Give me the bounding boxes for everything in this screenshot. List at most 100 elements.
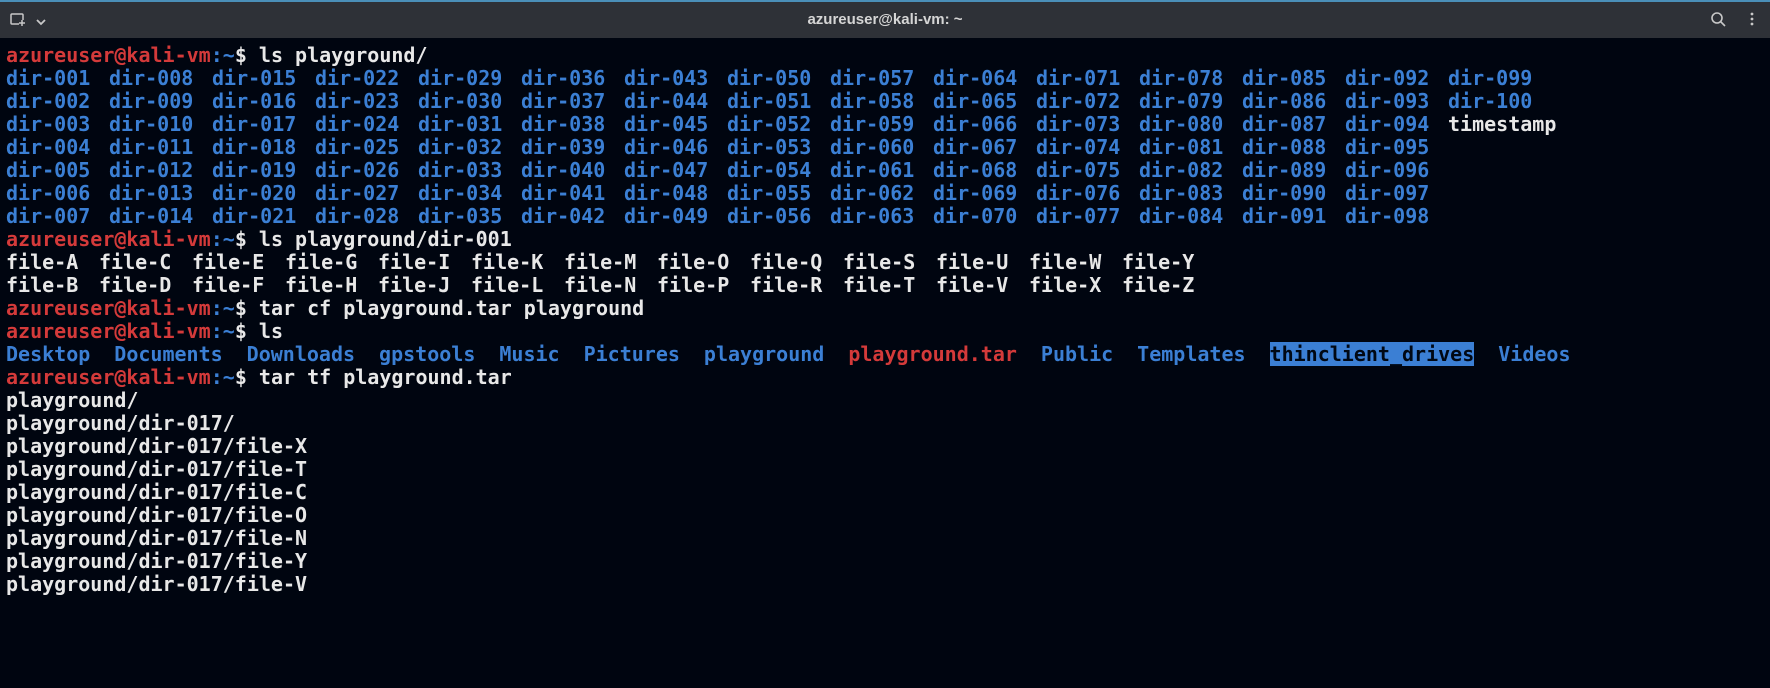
directory-entry: dir-065	[933, 90, 1036, 113]
ls-home-output: Desktop Documents Downloads gpstools Music Pi…	[6, 343, 1764, 366]
directory-entry: dir-067	[933, 136, 1036, 159]
file-entry: file-S	[843, 251, 936, 274]
directory-entry: dir-050	[727, 67, 830, 90]
prompt-line: azureuser@kali-vm:~$ tar tf playground.t…	[6, 366, 1764, 389]
file-entry: file-K	[471, 251, 564, 274]
menu-kebab-icon[interactable]	[1744, 9, 1760, 32]
directory-entry: Documents	[114, 342, 222, 366]
directory-entry: dir-015	[212, 67, 315, 90]
file-entry: file-B	[6, 274, 99, 297]
directory-entry: dir-047	[624, 159, 727, 182]
directory-entry: dir-025	[315, 136, 418, 159]
directory-entry: dir-008	[109, 67, 212, 90]
prompt-line: azureuser@kali-vm:~$ ls playground/dir-0…	[6, 228, 1764, 251]
tar-entry: playground/	[6, 389, 1764, 412]
file-entry: file-E	[192, 251, 285, 274]
file-entry: file-X	[1029, 274, 1122, 297]
prompt-line: azureuser@kali-vm:~$ ls	[6, 320, 1764, 343]
directory-entry: dir-089	[1242, 159, 1345, 182]
directory-entry: dir-049	[624, 205, 727, 228]
directory-entry: dir-007	[6, 205, 109, 228]
directory-entry: Music	[499, 342, 559, 366]
search-icon[interactable]	[1710, 9, 1726, 32]
directory-entry: dir-093	[1345, 90, 1448, 113]
directory-entry: Templates	[1137, 342, 1245, 366]
directory-entry: dir-029	[418, 67, 521, 90]
directory-entry: dir-080	[1139, 113, 1242, 136]
file-entry: file-R	[750, 274, 843, 297]
directory-entry: dir-056	[727, 205, 830, 228]
empty-cell	[1448, 205, 1551, 228]
directory-entry: Videos	[1498, 342, 1570, 366]
file-entry: file-Q	[750, 251, 843, 274]
directory-entry: dir-083	[1139, 182, 1242, 205]
directory-entry: dir-061	[830, 159, 933, 182]
directory-entry: dir-058	[830, 90, 933, 113]
file-entry: file-H	[285, 274, 378, 297]
tar-entry: playground/dir-017/file-O	[6, 504, 1764, 527]
directory-entry: Desktop	[6, 342, 90, 366]
directory-entry: dir-051	[727, 90, 830, 113]
directory-entry: dir-028	[315, 205, 418, 228]
chevron-down-icon[interactable]	[36, 9, 46, 32]
directory-entry: gpstools	[379, 342, 475, 366]
directory-entry: Public	[1041, 342, 1113, 366]
directory-entry: dir-057	[830, 67, 933, 90]
directory-entry: dir-099	[1448, 67, 1551, 90]
directory-entry: dir-038	[521, 113, 624, 136]
directory-entry: dir-030	[418, 90, 521, 113]
file-entry: file-J	[378, 274, 471, 297]
directory-entry: dir-023	[315, 90, 418, 113]
file-entry: file-C	[99, 251, 192, 274]
file-entry: file-U	[936, 251, 1029, 274]
directory-entry: dir-002	[6, 90, 109, 113]
tar-entry: playground/dir-017/file-V	[6, 573, 1764, 596]
directory-entry: dir-024	[315, 113, 418, 136]
prompt-line: azureuser@kali-vm:~$ ls playground/	[6, 44, 1764, 67]
directory-entry: dir-014	[109, 205, 212, 228]
file-entry: file-O	[657, 251, 750, 274]
directory-entry: dir-070	[933, 205, 1036, 228]
directory-entry: dir-091	[1242, 205, 1345, 228]
directory-entry: dir-069	[933, 182, 1036, 205]
directory-entry: dir-084	[1139, 205, 1242, 228]
tar-entry: playground/dir-017/file-X	[6, 435, 1764, 458]
directory-entry: dir-086	[1242, 90, 1345, 113]
mounted-share-entry: thinclient_drives	[1270, 342, 1475, 366]
directory-entry: dir-035	[418, 205, 521, 228]
directory-entry: dir-077	[1036, 205, 1139, 228]
directory-entry: Pictures	[584, 342, 680, 366]
tar-tf-output: playground/playground/dir-017/playground…	[6, 389, 1764, 596]
directory-entry: dir-094	[1345, 113, 1448, 136]
directory-entry: dir-043	[624, 67, 727, 90]
tar-entry: playground/dir-017/file-Y	[6, 550, 1764, 573]
new-tab-icon[interactable]	[10, 9, 26, 32]
directory-entry: dir-016	[212, 90, 315, 113]
directory-entry: Downloads	[247, 342, 355, 366]
terminal-body[interactable]: azureuser@kali-vm:~$ ls playground/ dir-…	[0, 38, 1770, 688]
directory-entry: dir-062	[830, 182, 933, 205]
command-text: tar cf playground.tar playground	[259, 296, 644, 320]
directory-entry: dir-037	[521, 90, 624, 113]
directory-entry: dir-072	[1036, 90, 1139, 113]
directory-entry: dir-032	[418, 136, 521, 159]
directory-entry: dir-022	[315, 67, 418, 90]
directory-entry: dir-048	[624, 182, 727, 205]
directory-entry: dir-027	[315, 182, 418, 205]
directory-entry: dir-005	[6, 159, 109, 182]
directory-entry: dir-100	[1448, 90, 1551, 113]
file-entry: file-F	[192, 274, 285, 297]
tar-entry: playground/dir-017/	[6, 412, 1764, 435]
directory-entry: dir-095	[1345, 136, 1448, 159]
directory-entry: dir-071	[1036, 67, 1139, 90]
directory-entry: dir-046	[624, 136, 727, 159]
directory-entry: dir-044	[624, 90, 727, 113]
file-entry: file-L	[471, 274, 564, 297]
directory-entry: dir-054	[727, 159, 830, 182]
directory-entry: dir-033	[418, 159, 521, 182]
file-entry: file-I	[378, 251, 471, 274]
directory-entry: dir-074	[1036, 136, 1139, 159]
directory-entry: dir-076	[1036, 182, 1139, 205]
directory-entry: dir-081	[1139, 136, 1242, 159]
directory-entry: dir-042	[521, 205, 624, 228]
